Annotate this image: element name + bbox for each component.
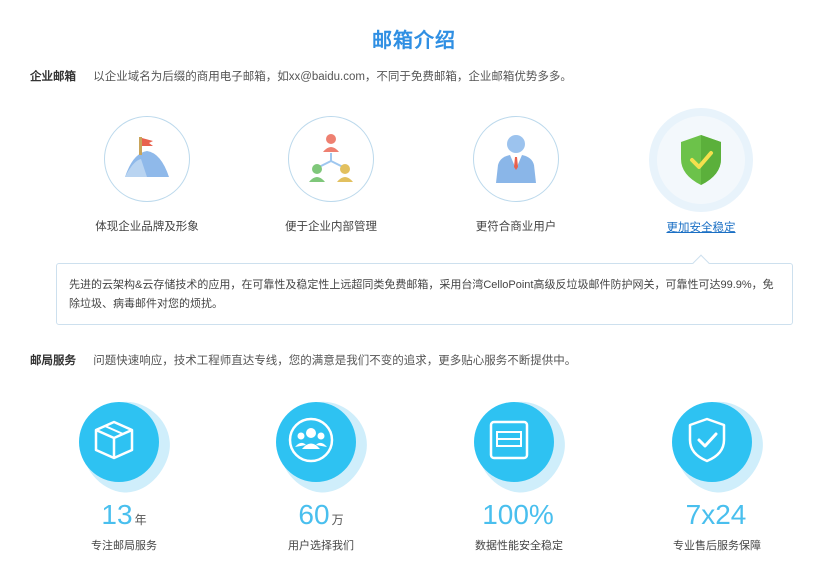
feature-circle [473, 116, 559, 202]
feature-security-stability[interactable]: 更加安全稳定 [621, 108, 781, 235]
stat-badge [69, 390, 181, 504]
feature-name: 更加安全稳定 [666, 222, 736, 234]
stat-badge [464, 390, 576, 504]
stat-caption: 数据性能安全稳定 [475, 540, 563, 552]
feature-business-users[interactable]: 更符合商业用户 [436, 108, 596, 234]
stat-number: 7x24 [685, 499, 747, 530]
server-icon [489, 420, 529, 460]
enterprise-intro: 企业邮箱 以企业域名为后缀的商用电子邮箱，如xx@baidu.com，不同于免费… [30, 68, 572, 84]
users-icon [288, 417, 334, 463]
stat-badge [266, 390, 378, 504]
stat-support: 7x24 专业售后服务保障 [637, 390, 797, 553]
stat-data-security: 100% 数据性能安全稳定 [439, 390, 599, 553]
feature-list: 体现企业品牌及形象 便于企业内部管理 更符合商业用户 更加安全稳定 [0, 108, 828, 238]
shield-check-icon [681, 135, 721, 185]
feature-description-panel: 先进的云架构&云存储技术的应用，在可靠性及稳定性上远超同类免费邮箱，采用台湾Ce… [56, 254, 793, 325]
feature-name: 更符合商业用户 [475, 221, 557, 233]
stat-number: 100% [482, 499, 554, 530]
page-title: 邮箱介绍 [372, 30, 456, 52]
service-label: 邮局服务 [30, 355, 76, 367]
feature-internal-management[interactable]: 便于企业内部管理 [251, 108, 411, 234]
panel-pointer [692, 254, 710, 272]
enterprise-text: 以企业域名为后缀的商用电子邮箱，如xx@baidu.com，不同于免费邮箱，企业… [93, 71, 572, 83]
stat-caption: 专注邮局服务 [91, 540, 157, 552]
feature-description: 先进的云架构&云存储技术的应用，在可靠性及稳定性上远超同类免费邮箱，采用台湾Ce… [69, 279, 774, 310]
stat-caption: 用户选择我们 [288, 540, 354, 552]
enterprise-label: 企业邮箱 [30, 71, 76, 83]
stat-years: 13 年 专注邮局服务 [44, 390, 204, 553]
stat-caption: 专业售后服务保障 [673, 540, 761, 552]
stat-badge [662, 390, 774, 504]
stat-unit: 万 [331, 513, 344, 527]
stat-users: 60 万 用户选择我们 [241, 390, 401, 553]
businessman-icon [496, 135, 536, 183]
shield-icon [688, 417, 726, 463]
feature-brand-image[interactable]: 体现企业品牌及形象 [67, 108, 227, 234]
stat-number: 60 万 [298, 499, 344, 530]
flag-on-hill-icon [125, 137, 169, 177]
feature-name: 便于企业内部管理 [285, 221, 377, 233]
stat-unit: 年 [134, 513, 147, 527]
service-intro: 邮局服务 问题快速响应，技术工程师直达专线，您的满意是我们不变的追求，更多贴心服… [30, 352, 576, 368]
stats-list: 13 年 专注邮局服务 60 万 用户选择我们 100% 数据性能安全稳定 7x… [0, 390, 828, 568]
feature-circle [288, 116, 374, 202]
box-icon [94, 420, 134, 460]
feature-name: 体现企业品牌及形象 [95, 221, 199, 233]
service-text: 问题快速响应，技术工程师直达专线，您的满意是我们不变的追求，更多贴心服务不断提供… [93, 355, 577, 367]
feature-circle [104, 116, 190, 202]
feature-circle [649, 108, 753, 212]
stat-number: 13 年 [101, 499, 147, 530]
org-chart-icon [309, 134, 353, 182]
